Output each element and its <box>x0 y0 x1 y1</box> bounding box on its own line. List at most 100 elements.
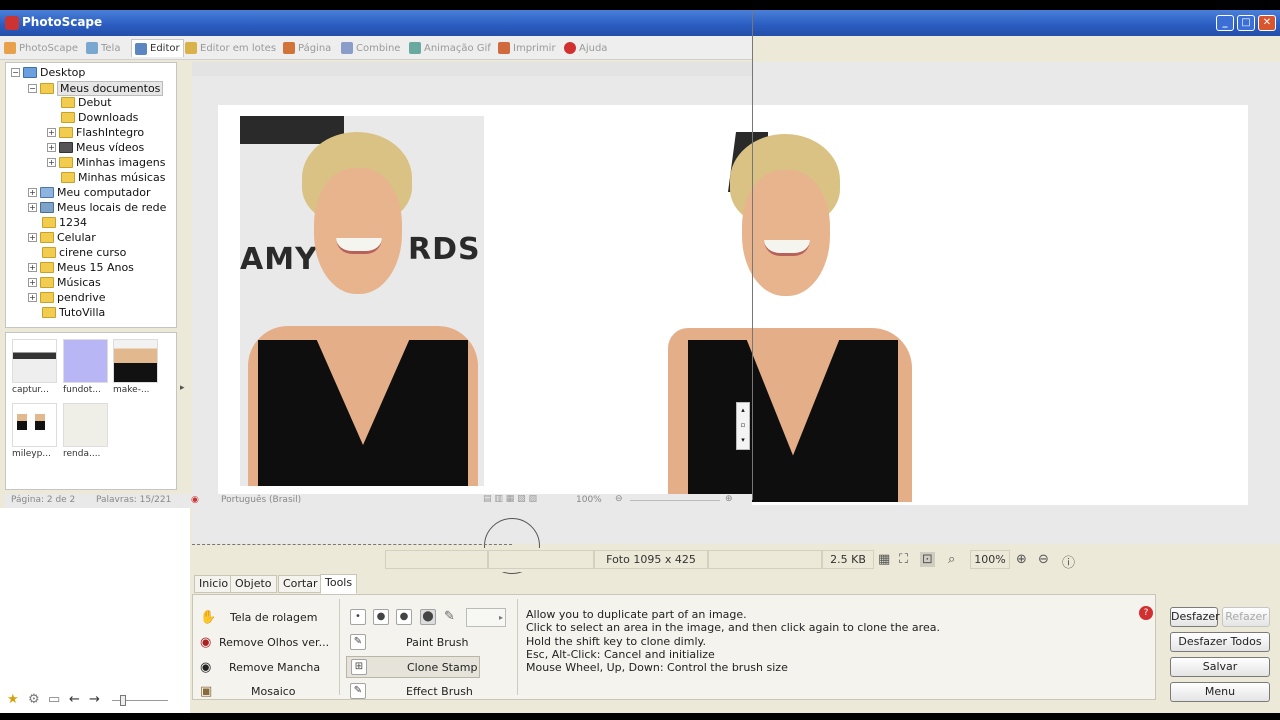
expand-icon[interactable]: + <box>47 143 56 152</box>
expand-icon[interactable]: + <box>28 278 37 287</box>
scroll-arrow-icon[interactable]: ▸ <box>180 383 185 393</box>
brush-size-xlarge-button[interactable]: ⬤ <box>420 609 436 625</box>
tree-item-pendrive[interactable]: + pendrive <box>28 291 106 304</box>
tree-item-meus-15-anos[interactable]: + Meus 15 Anos <box>28 261 134 274</box>
tab-photoscape[interactable]: PhotoScape <box>4 39 78 57</box>
tree-item-musicas[interactable]: + Músicas <box>28 276 101 289</box>
tool-mosaico[interactable]: ▣ Mosaico <box>200 684 296 699</box>
thumbnail-image[interactable] <box>113 339 158 383</box>
brush-size-large-button[interactable]: ● <box>396 609 412 625</box>
expand-icon[interactable]: + <box>28 293 37 302</box>
tree-item-flashintegro[interactable]: + FlashIntegro <box>47 126 144 139</box>
folder-icon <box>42 217 56 228</box>
undo-button[interactable]: Desfazer <box>1170 607 1220 627</box>
tab-pagina[interactable]: Página <box>283 39 331 57</box>
favorite-star-icon[interactable]: ★ <box>7 692 19 707</box>
tree-item-meus-documentos[interactable]: − Meus documentos <box>28 81 164 96</box>
photo-left[interactable]: AMY RDS <box>240 116 484 486</box>
maximize-button[interactable]: □ <box>1237 15 1255 31</box>
undo-all-button[interactable]: Desfazer Todos <box>1170 632 1270 652</box>
fit-screen-icon[interactable]: ⛶ <box>899 552 908 567</box>
zoom-out-icon[interactable]: ⊖ <box>1038 552 1049 567</box>
folder-icon <box>40 277 54 288</box>
zoom-in-icon[interactable]: ⊕ <box>1016 552 1027 567</box>
tool-effect-brush[interactable]: ✎ Effect Brush <box>350 683 480 699</box>
view-mode-icons[interactable]: ▤ ▥ ▦ ▧ ▨ <box>483 494 537 504</box>
batch-editor-icon <box>185 42 197 54</box>
brush-color-picker[interactable]: ▸ <box>466 608 506 627</box>
save-button[interactable]: Salvar <box>1170 657 1270 677</box>
subtab-cortar[interactable]: Cortar <box>278 575 323 593</box>
page-icon <box>283 42 295 54</box>
mosaic-icon: ▣ <box>200 684 213 699</box>
collapse-icon[interactable]: − <box>11 68 20 77</box>
zoom-out-icon[interactable]: ⊖ <box>615 494 623 504</box>
subtab-inicio[interactable]: Inicio <box>194 575 234 593</box>
minimize-button[interactable]: _ <box>1216 15 1234 31</box>
editor-subtabs: Inicio Objeto Cortar Tools <box>192 574 992 594</box>
music-folder-icon <box>61 172 75 183</box>
thumbnail-image[interactable] <box>63 403 108 447</box>
brush-size-medium-button[interactable]: ● <box>373 609 389 625</box>
zoom-slider[interactable] <box>630 500 720 501</box>
tree-item-minhas-imagens[interactable]: + Minhas imagens <box>47 156 165 169</box>
photo-right[interactable]: ▴ ▫ ▾ <box>668 132 912 502</box>
video-folder-icon <box>59 142 73 153</box>
info-icon[interactable]: ⓘ <box>1062 552 1075 571</box>
tree-item-downloads[interactable]: Downloads <box>61 111 138 124</box>
tree-item-tutovilla[interactable]: TutoVilla <box>42 306 105 319</box>
tree-item-1234[interactable]: 1234 <box>42 216 87 229</box>
folder-open-icon[interactable]: ▭ <box>48 692 60 707</box>
slider-handle[interactable] <box>120 695 126 706</box>
menu-button[interactable]: Menu <box>1170 682 1270 702</box>
eyedropper-icon[interactable]: ✎ <box>444 609 455 624</box>
tool-remove-olhos-vermelhos[interactable]: ◉ Remove Olhos ver... <box>200 635 329 650</box>
subtab-objeto[interactable]: Objeto <box>230 575 277 593</box>
tree-item-debut[interactable]: Debut <box>61 96 112 109</box>
expand-icon[interactable]: + <box>28 203 37 212</box>
expand-icon[interactable]: + <box>47 128 56 137</box>
tab-combine[interactable]: Combine <box>341 39 400 57</box>
mini-scrollbar[interactable]: ▴ ▫ ▾ <box>736 402 750 450</box>
tree-item-minhas-musicas[interactable]: Minhas músicas <box>61 171 165 184</box>
subtab-tools[interactable]: Tools <box>320 574 358 594</box>
expand-icon[interactable]: + <box>28 263 37 272</box>
redo-button[interactable]: Refazer <box>1222 607 1270 627</box>
zoom-search-icon[interactable]: ⌕ <box>948 552 955 567</box>
expand-icon[interactable]: + <box>28 233 37 242</box>
tool-remove-mancha[interactable]: ◉ Remove Mancha <box>200 660 320 675</box>
transparency-icon[interactable]: ▦ <box>878 552 890 567</box>
thumbnail-image[interactable] <box>63 339 108 383</box>
thumbnail-image[interactable] <box>12 339 57 383</box>
tree-item-meu-computador[interactable]: + Meu computador <box>28 186 150 199</box>
tab-animacao-gif[interactable]: Animação Gif <box>409 39 491 57</box>
tree-item-meus-locais-de-rede[interactable]: + Meus locais de rede <box>28 201 166 214</box>
zoom-level: 100% <box>970 550 1010 569</box>
tab-tela[interactable]: Tela <box>86 39 120 57</box>
expand-icon[interactable]: + <box>47 158 56 167</box>
brush-size-small-button[interactable]: • <box>350 609 366 625</box>
photo-status-bar: Foto 1095 x 425 2.5 KB ▦ ⛶ ⊡ ⌕ 100% ⊕ ⊖ … <box>192 548 1280 572</box>
thumbnail-image[interactable] <box>12 403 57 447</box>
collapse-icon[interactable]: − <box>28 84 37 93</box>
help-icon[interactable]: ? <box>1139 606 1153 620</box>
tab-ajuda[interactable]: Ajuda <box>564 39 607 57</box>
back-arrow-icon[interactable]: ← <box>69 692 80 707</box>
tool-paint-brush[interactable]: ✎ Paint Brush <box>350 634 480 650</box>
tab-imprimir[interactable]: Imprimir <box>498 39 556 57</box>
tree-item-desktop[interactable]: − Desktop <box>11 66 85 79</box>
tree-item-celular[interactable]: + Celular <box>28 231 96 244</box>
expand-icon[interactable]: + <box>28 188 37 197</box>
tab-editor[interactable]: Editor <box>131 39 184 57</box>
spellcheck-icon[interactable]: ◉ <box>191 495 199 505</box>
tool-clone-stamp[interactable]: ⊞ Clone Stamp <box>346 656 480 678</box>
actual-size-icon[interactable]: ⊡ <box>920 552 935 567</box>
tree-item-meus-videos[interactable]: + Meus vídeos <box>47 141 144 154</box>
forward-arrow-icon[interactable]: → <box>89 692 100 707</box>
close-button[interactable]: ✕ <box>1258 15 1276 31</box>
tree-item-cirene-curso[interactable]: cirene curso <box>42 246 126 259</box>
tab-editor-em-lotes[interactable]: Editor em lotes <box>185 39 276 57</box>
tool-icon[interactable]: ⚙ <box>28 692 40 707</box>
zoom-in-icon[interactable]: ⊕ <box>725 494 733 504</box>
tool-tela-de-rolagem[interactable]: ✋ Tela de rolagem <box>200 610 317 625</box>
